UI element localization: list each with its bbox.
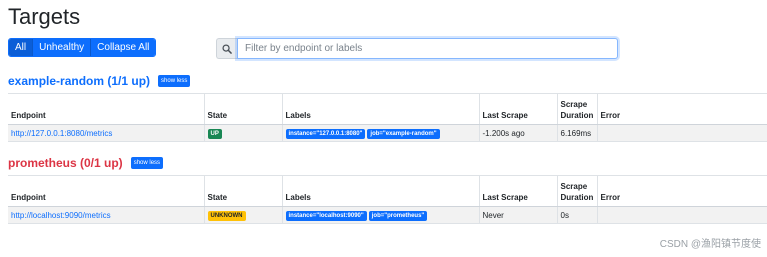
page-title: Targets <box>8 4 81 29</box>
collapse-all-button[interactable]: Collapse All <box>90 39 156 56</box>
state-badge: UP <box>207 128 222 139</box>
error-column-header: Error <box>596 175 767 207</box>
endpoint-cell: http://localhost:9090/metrics <box>8 206 204 224</box>
last-scrape-column-header: Last Scrape <box>478 175 557 207</box>
error-cell <box>596 124 767 142</box>
state-badge: UNKNOWN <box>207 210 246 221</box>
state-column-header: State <box>203 175 282 207</box>
scrape-duration-column-header: Scrape Duration <box>556 175 597 207</box>
scrape-duration-cell: 0s <box>556 206 597 224</box>
unhealthy-button[interactable]: Unhealthy <box>32 39 91 56</box>
watermark: CSDN @渔阳镇节度使 <box>659 239 761 250</box>
table-header-row: Endpoint State Labels Last Scrape Scrape… <box>8 175 767 207</box>
scrape-duration-cell: 6.169ms <box>556 124 597 142</box>
state-column-header: State <box>203 93 282 125</box>
labels-cell: instance="localhost:9090" job="prometheus… <box>281 206 479 224</box>
last-scrape-cell: Never <box>478 206 557 224</box>
last-scrape-column-header: Last Scrape <box>478 93 557 125</box>
label-badge-instance: instance="localhost:9090" <box>285 210 367 221</box>
targets-table-example-random: Endpoint State Labels Last Scrape Scrape… <box>8 93 767 142</box>
target-filter-button-group: All Unhealthy Collapse All <box>8 38 157 57</box>
show-less-button[interactable]: show less <box>158 75 191 87</box>
table-row: http://127.0.0.1:8080/metrics UP instanc… <box>8 124 767 142</box>
endpoint-link[interactable]: http://127.0.0.1:8080/metrics <box>11 129 112 138</box>
search-input[interactable] <box>237 38 618 59</box>
last-scrape-cell: -1.200s ago <box>478 124 557 142</box>
search-bar <box>216 38 618 59</box>
state-cell: UP <box>203 124 282 142</box>
endpoint-cell: http://127.0.0.1:8080/metrics <box>8 124 204 142</box>
label-badge-instance: instance="127.0.0.1:8080" <box>285 128 366 139</box>
error-column-header: Error <box>596 93 767 125</box>
pool-header-prometheus: prometheus (0/1 up) show less <box>8 156 164 170</box>
endpoint-link[interactable]: http://localhost:9090/metrics <box>11 211 111 220</box>
label-badge-job: job="example-random" <box>367 128 440 139</box>
all-button[interactable]: All <box>9 39 33 56</box>
scrape-duration-column-header: Scrape Duration <box>556 93 597 125</box>
pool-title[interactable]: example-random (1/1 up) <box>8 74 150 88</box>
show-less-button[interactable]: show less <box>130 157 164 169</box>
error-cell <box>596 206 767 224</box>
endpoint-column-header: Endpoint <box>8 175 204 207</box>
labels-column-header: Labels <box>281 175 479 207</box>
pool-title[interactable]: prometheus (0/1 up) <box>8 156 123 170</box>
labels-column-header: Labels <box>281 93 479 125</box>
pool-header-example-random: example-random (1/1 up) show less <box>8 74 191 88</box>
labels-cell: instance="127.0.0.1:8080" job="example-ra… <box>281 124 479 142</box>
targets-table-prometheus: Endpoint State Labels Last Scrape Scrape… <box>8 175 767 224</box>
table-header-row: Endpoint State Labels Last Scrape Scrape… <box>8 93 767 125</box>
state-cell: UNKNOWN <box>203 206 282 224</box>
endpoint-column-header: Endpoint <box>8 93 204 125</box>
label-badge-job: job="prometheus" <box>368 210 428 221</box>
search-icon <box>216 38 237 59</box>
table-row: http://localhost:9090/metrics UNKNOWN in… <box>8 206 767 224</box>
